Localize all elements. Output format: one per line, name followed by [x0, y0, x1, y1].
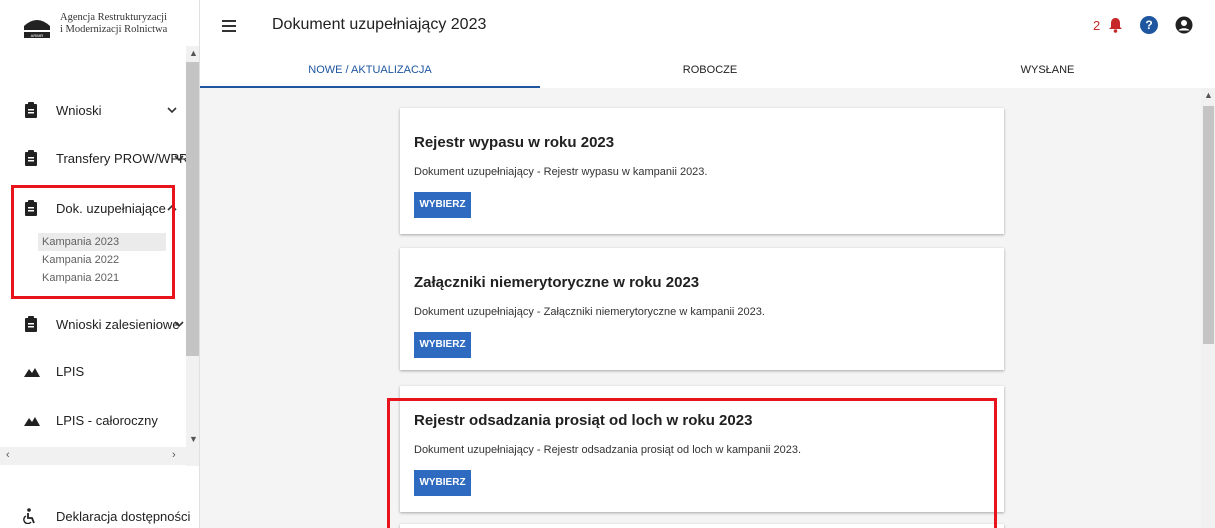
- card-description: Dokument uzupełniający - Załączniki niem…: [414, 306, 765, 318]
- clipboard-icon: [25, 150, 37, 166]
- sidebar-item-lpis-caloroczny[interactable]: LPIS - całoroczny: [0, 408, 186, 432]
- scroll-up-icon[interactable]: ▲: [1204, 90, 1213, 100]
- main-scroll-thumb[interactable]: [1203, 106, 1214, 344]
- top-bar: Dokument uzupełniający 2023 2 ?: [200, 0, 1215, 56]
- wybierz-button[interactable]: WYBIERZ: [414, 192, 471, 218]
- highlight-box: [11, 185, 175, 299]
- scroll-right-icon[interactable]: ›: [172, 449, 176, 461]
- sidebar-item-label: Wnioski zalesieniowe: [56, 316, 180, 332]
- sidebar-scroll-thumb[interactable]: [186, 62, 199, 356]
- help-icon[interactable]: ?: [1140, 16, 1158, 34]
- logo: ARiMR Agencja Restrukturyzacji i Moderni…: [22, 12, 167, 42]
- account-icon[interactable]: [1175, 16, 1193, 34]
- sidebar-item-label: LPIS - całoroczny: [56, 412, 158, 428]
- sidebar-item-deklaracja-dostepnosci[interactable]: Deklaracja dostępności: [0, 504, 190, 528]
- logo-text: Agencja Restrukturyzacji i Modernizacji …: [60, 12, 167, 36]
- card-title: Rejestr wypasu w roku 2023: [414, 134, 615, 151]
- logo-line-2: i Modernizacji Rolnictwa: [60, 24, 168, 35]
- app-window: ARiMR Agencja Restrukturyzacji i Moderni…: [0, 0, 1215, 528]
- wybierz-button[interactable]: WYBIERZ: [414, 332, 471, 358]
- bell-icon[interactable]: [1108, 17, 1123, 33]
- notification-count: 2: [1093, 18, 1101, 33]
- mountain-icon: [24, 417, 40, 426]
- sidebar-item-transfery[interactable]: Transfery PROW/WPR: [0, 146, 189, 170]
- sidebar-item-label: Deklaracja dostępności: [56, 508, 191, 524]
- document-card: Rejestr wypasu w roku 2023 Dokument uzup…: [400, 108, 1004, 234]
- arimr-logo-icon: ARiMR: [22, 12, 52, 42]
- sidebar-item-lpis[interactable]: LPIS: [0, 359, 186, 383]
- sidebar-item-wnioski-zalesieniowe[interactable]: Wnioski zalesieniowe: [0, 312, 186, 336]
- scroll-left-icon[interactable]: ‹: [6, 449, 10, 461]
- tab-robocze[interactable]: ROBOCZE: [540, 56, 880, 88]
- sidebar-item-wnioski[interactable]: Wnioski: [0, 98, 186, 122]
- card-title: Załączniki niemerytoryczne w roku 2023: [414, 274, 700, 291]
- sidebar: ARiMR Agencja Restrukturyzacji i Moderni…: [0, 0, 200, 528]
- sidebar-item-label: LPIS: [56, 363, 85, 379]
- clipboard-icon: [25, 316, 37, 332]
- main-scrollbar[interactable]: ▲: [1201, 88, 1215, 528]
- document-card: Załączniki niemerytoryczne w roku 2023 D…: [400, 248, 1004, 370]
- tab-wyslane[interactable]: WYSŁANE: [880, 56, 1215, 88]
- main-content: Rejestr wypasu w roku 2023 Dokument uzup…: [200, 88, 1215, 528]
- tab-bar: NOWE / AKTUALIZACJA ROBOCZE WYSŁANE: [200, 56, 1215, 88]
- chevron-down-icon: [174, 321, 184, 328]
- sidebar-item-label: Wnioski: [56, 102, 102, 118]
- sidebar-item-label: Transfery PROW/WPR: [56, 150, 189, 166]
- highlight-box: [387, 398, 997, 528]
- sidebar-horizontal-scrollbar[interactable]: ‹ ›: [0, 447, 186, 465]
- card-description: Dokument uzupełniający - Rejestr wypasu …: [414, 166, 708, 178]
- clipboard-icon: [25, 102, 37, 118]
- logo-line-1: Agencja Restrukturyzacji: [60, 12, 167, 23]
- chevron-down-icon: [174, 155, 184, 162]
- sidebar-scrollbar[interactable]: ▲ ▼: [186, 46, 199, 466]
- svg-text:ARiMR: ARiMR: [31, 33, 44, 38]
- chevron-down-icon: [167, 107, 177, 114]
- scroll-down-icon[interactable]: ▼: [189, 434, 198, 444]
- mountain-icon: [24, 368, 40, 377]
- scroll-up-icon[interactable]: ▲: [189, 48, 198, 58]
- menu-icon[interactable]: [222, 20, 236, 32]
- page-title: Dokument uzupełniający 2023: [272, 16, 487, 33]
- tab-nowe-aktualizacja[interactable]: NOWE / AKTUALIZACJA: [200, 56, 540, 88]
- accessibility-icon: [23, 508, 35, 524]
